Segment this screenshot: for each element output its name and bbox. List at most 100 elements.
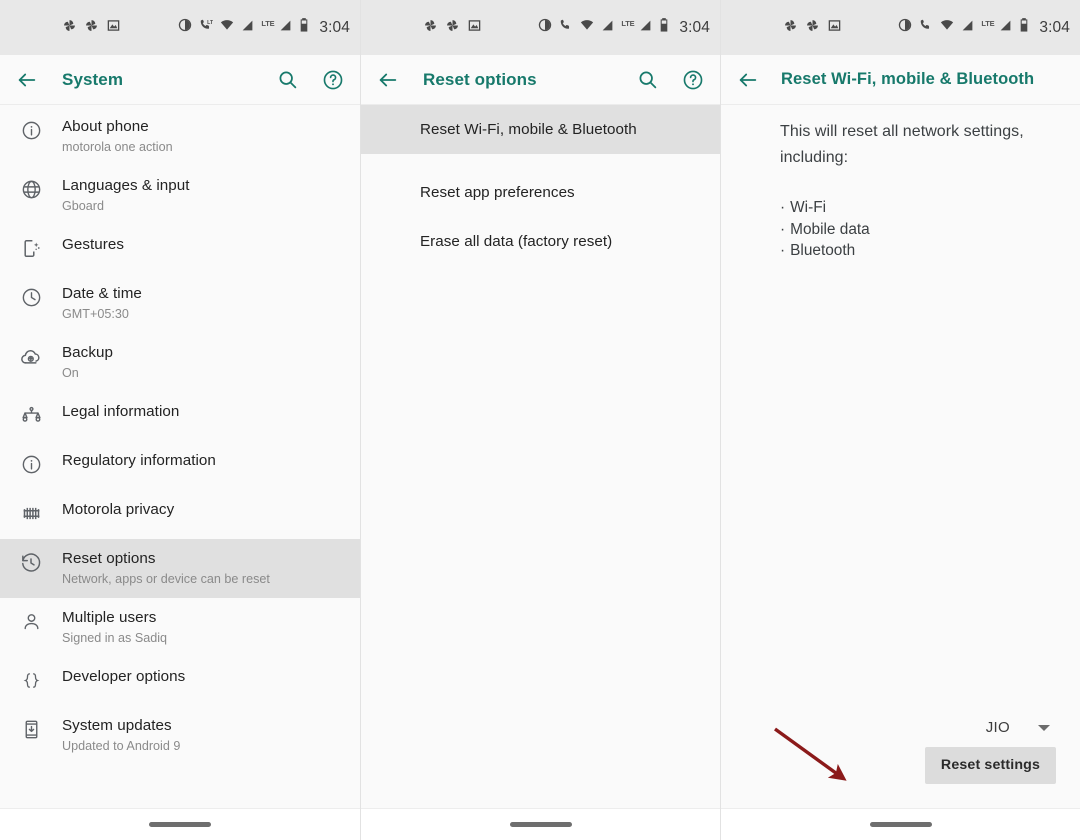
settings-row-legal-information[interactable]: Legal information — [0, 392, 360, 441]
wifi-icon — [940, 18, 954, 37]
status-bar-reset-network: LTE 3:04 — [721, 0, 1080, 55]
status-bar-clock: 3:04 — [679, 18, 710, 36]
settings-row-backup[interactable]: Backup On — [0, 333, 360, 392]
home-gesture-pill[interactable] — [509, 822, 572, 827]
search-icon[interactable] — [274, 67, 300, 93]
reset-settings-button[interactable]: Reset settings — [924, 747, 1056, 784]
info-circle-icon — [0, 451, 62, 475]
signal-bars-icon — [961, 19, 974, 37]
settings-row-multiple-users[interactable]: Multiple users Signed in as Sadiq — [0, 598, 360, 657]
volte-call-icon — [559, 18, 573, 37]
settings-row-gestures[interactable]: Gestures — [0, 225, 360, 274]
wifi-icon — [220, 18, 234, 37]
bullet-label: Bluetooth — [790, 242, 856, 259]
home-gesture-pill[interactable] — [149, 822, 211, 827]
settings-row-title: Regulatory information — [62, 452, 216, 469]
sparkle-icon — [806, 19, 819, 37]
navigation-bar-reset-options — [361, 808, 720, 840]
settings-row-subtitle: GMT+05:30 — [62, 307, 129, 321]
page-title: System — [62, 69, 124, 89]
page-title: Reset Wi-Fi, mobile & Bluetooth — [781, 70, 1035, 88]
do-not-disturb-icon — [178, 18, 192, 37]
sim-selector-dropdown[interactable]: JIO — [986, 719, 1056, 736]
info-circle-icon — [0, 117, 62, 141]
reset-options-list: Reset Wi-Fi, mobile & Bluetooth Reset ap… — [361, 105, 720, 808]
signal-bars-icon — [241, 19, 254, 37]
settings-row-regulatory-information[interactable]: Regulatory information — [0, 441, 360, 490]
sim-selector-value: JIO — [985, 719, 1010, 736]
privacy-grid-icon — [0, 500, 62, 524]
back-arrow-icon[interactable] — [14, 67, 40, 93]
settings-row-motorola-privacy[interactable]: Motorola privacy — [0, 490, 360, 539]
status-bar-reset-options: LTE 3:04 — [361, 0, 720, 55]
status-bar-left-icons — [63, 19, 120, 37]
settings-row-title: About phone — [62, 118, 149, 135]
app-bar-actions — [274, 67, 346, 93]
help-icon[interactable] — [680, 67, 706, 93]
home-gesture-pill[interactable] — [869, 822, 932, 827]
bullet-dot-icon: · — [780, 199, 786, 216]
app-bar-reset-network: Reset Wi-Fi, mobile & Bluetooth — [721, 55, 1080, 105]
panel-reset-network: LTE 3:04 Reset Wi-Fi, mobile & Bluetooth… — [720, 0, 1080, 840]
bullet-label: Mobile data — [790, 220, 870, 238]
app-bar-system: System — [0, 55, 360, 105]
lte-label: LTE — [621, 19, 635, 28]
wifi-icon — [580, 18, 594, 37]
system-settings-list: About phone motorola one action Language… — [0, 105, 360, 808]
navigation-bar-reset-network — [721, 808, 1080, 840]
phone-download-icon — [0, 716, 62, 740]
settings-row-title: Multiple users — [62, 609, 157, 626]
settings-row-reset-options[interactable]: Reset options Network, apps or device ca… — [0, 539, 360, 598]
back-arrow-icon[interactable] — [735, 67, 761, 93]
status-bar-clock: 3:04 — [319, 18, 350, 36]
reset-network-bullet-list: · Wi-Fi · Mobile data · Bluetooth — [780, 197, 1056, 262]
app-bar-actions — [634, 67, 706, 93]
settings-row-languages-input[interactable]: Languages & input Gboard — [0, 166, 360, 225]
scales-icon — [0, 402, 62, 426]
app-bar-reset-options: Reset options — [361, 55, 720, 105]
back-arrow-icon[interactable] — [375, 67, 401, 93]
bullet-label: Wi-Fi — [790, 199, 827, 216]
battery-icon — [659, 18, 669, 37]
status-bar-right-icons: LTE 3:04 — [898, 18, 1070, 37]
list-item: · Bluetooth — [780, 240, 1056, 262]
volte-call-icon: LTE — [199, 18, 218, 37]
photo-icon — [828, 19, 841, 37]
settings-row-subtitle: Signed in as Sadiq — [62, 631, 168, 645]
status-bar-right-icons: LTE 3:04 — [538, 18, 710, 37]
svg-text:LTE: LTE — [208, 20, 214, 26]
help-icon[interactable] — [320, 67, 346, 93]
settings-row-date-time[interactable]: Date & time GMT+05:30 — [0, 274, 360, 333]
settings-row-about-phone[interactable]: About phone motorola one action — [0, 107, 360, 166]
settings-row-title: Date & time — [62, 285, 142, 302]
reset-network-detail: This will reset all network settings, in… — [721, 105, 1080, 808]
do-not-disturb-icon — [898, 18, 912, 37]
reset-option-label: Erase all data (factory reset) — [420, 233, 613, 250]
settings-row-subtitle: Updated to Android 9 — [62, 739, 181, 753]
settings-row-title: Gestures — [62, 236, 125, 253]
lte-label: LTE — [981, 19, 995, 28]
settings-row-system-updates[interactable]: System updates Updated to Android 9 — [0, 706, 360, 765]
settings-row-subtitle: Gboard — [62, 199, 105, 213]
cloud-upload-icon — [0, 343, 62, 368]
panel-reset-options: LTE 3:04 Reset options Reset Wi-Fi, mobi… — [360, 0, 720, 840]
reset-option-wifi-mobile-bluetooth[interactable]: Reset Wi-Fi, mobile & Bluetooth — [361, 105, 720, 154]
reset-option-app-preferences[interactable]: Reset app preferences — [361, 168, 720, 217]
list-item: · Mobile data — [780, 219, 1056, 241]
search-icon[interactable] — [634, 67, 660, 93]
braces-icon — [0, 667, 62, 691]
reset-option-label: Reset app preferences — [420, 184, 575, 201]
chevron-down-icon — [1038, 724, 1050, 731]
sparkle-icon — [85, 19, 98, 37]
gestures-phone-icon — [0, 235, 62, 259]
settings-row-developer-options[interactable]: Developer options — [0, 657, 360, 706]
list-item: · Wi-Fi — [780, 197, 1056, 219]
settings-row-title: Legal information — [62, 403, 180, 420]
settings-row-title: Motorola privacy — [62, 501, 175, 518]
reset-option-erase-all-data[interactable]: Erase all data (factory reset) — [361, 217, 720, 266]
volte-call-icon — [919, 18, 933, 37]
globe-icon — [0, 176, 62, 200]
battery-icon — [1019, 18, 1029, 37]
three-panel-screenshot: LTE LTE 3:04 — [0, 0, 1080, 840]
status-bar-system: LTE LTE 3:04 — [0, 0, 360, 55]
